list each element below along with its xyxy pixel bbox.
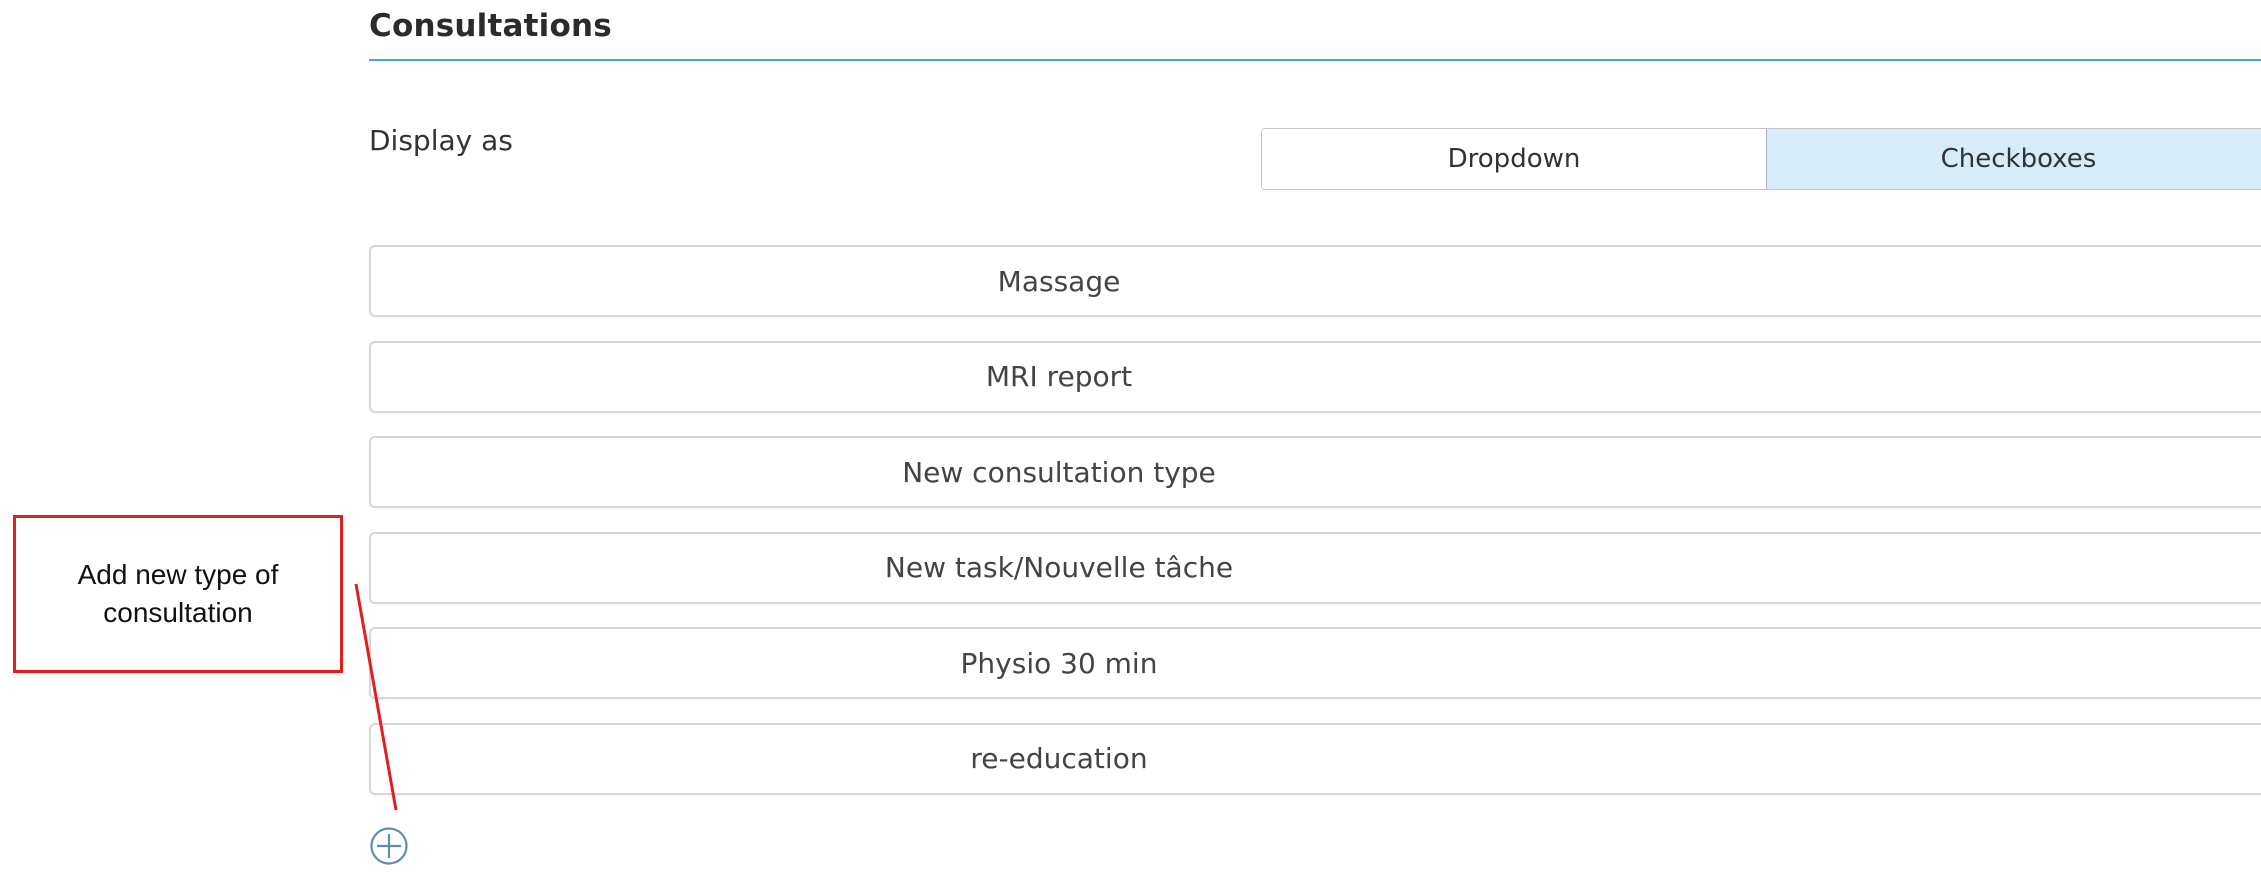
consultation-type-label: Massage xyxy=(997,264,1121,298)
consultation-type-item[interactable]: Physio 30 min xyxy=(369,627,2261,699)
checkboxes-option-button[interactable]: Checkboxes xyxy=(1766,129,2261,189)
consultation-type-item[interactable]: New consultation type xyxy=(369,436,2261,508)
title-divider xyxy=(369,59,2261,61)
consultation-type-item[interactable]: Massage xyxy=(369,245,2261,317)
section-title: Consultations xyxy=(369,8,612,44)
consultation-type-label: New task/Nouvelle tâche xyxy=(884,551,1234,584)
display-as-label: Display as xyxy=(369,124,513,157)
plus-circle-icon xyxy=(370,827,408,865)
consultation-type-label: Physio 30 min xyxy=(960,646,1158,680)
consultation-type-item[interactable]: MRI report xyxy=(369,340,2261,413)
consultation-type-list: Massage MRI report New consultation type… xyxy=(369,245,2261,818)
consultation-type-item[interactable]: New task/Nouvelle tâche xyxy=(369,531,2261,604)
consultation-type-label: re-education xyxy=(970,742,1148,775)
add-consultation-type-button[interactable] xyxy=(369,826,409,866)
consultation-type-label: New consultation type xyxy=(902,455,1216,489)
consultation-type-item[interactable]: re-education xyxy=(369,722,2261,795)
consultation-type-label: MRI report xyxy=(985,360,1133,393)
display-as-toggle: Dropdown Checkboxes xyxy=(1261,128,2261,190)
annotation-callout-box: Add new type of consultation xyxy=(13,515,343,673)
annotation-callout-text: Add new type of consultation xyxy=(77,559,279,628)
dropdown-option-button[interactable]: Dropdown xyxy=(1262,129,1766,189)
